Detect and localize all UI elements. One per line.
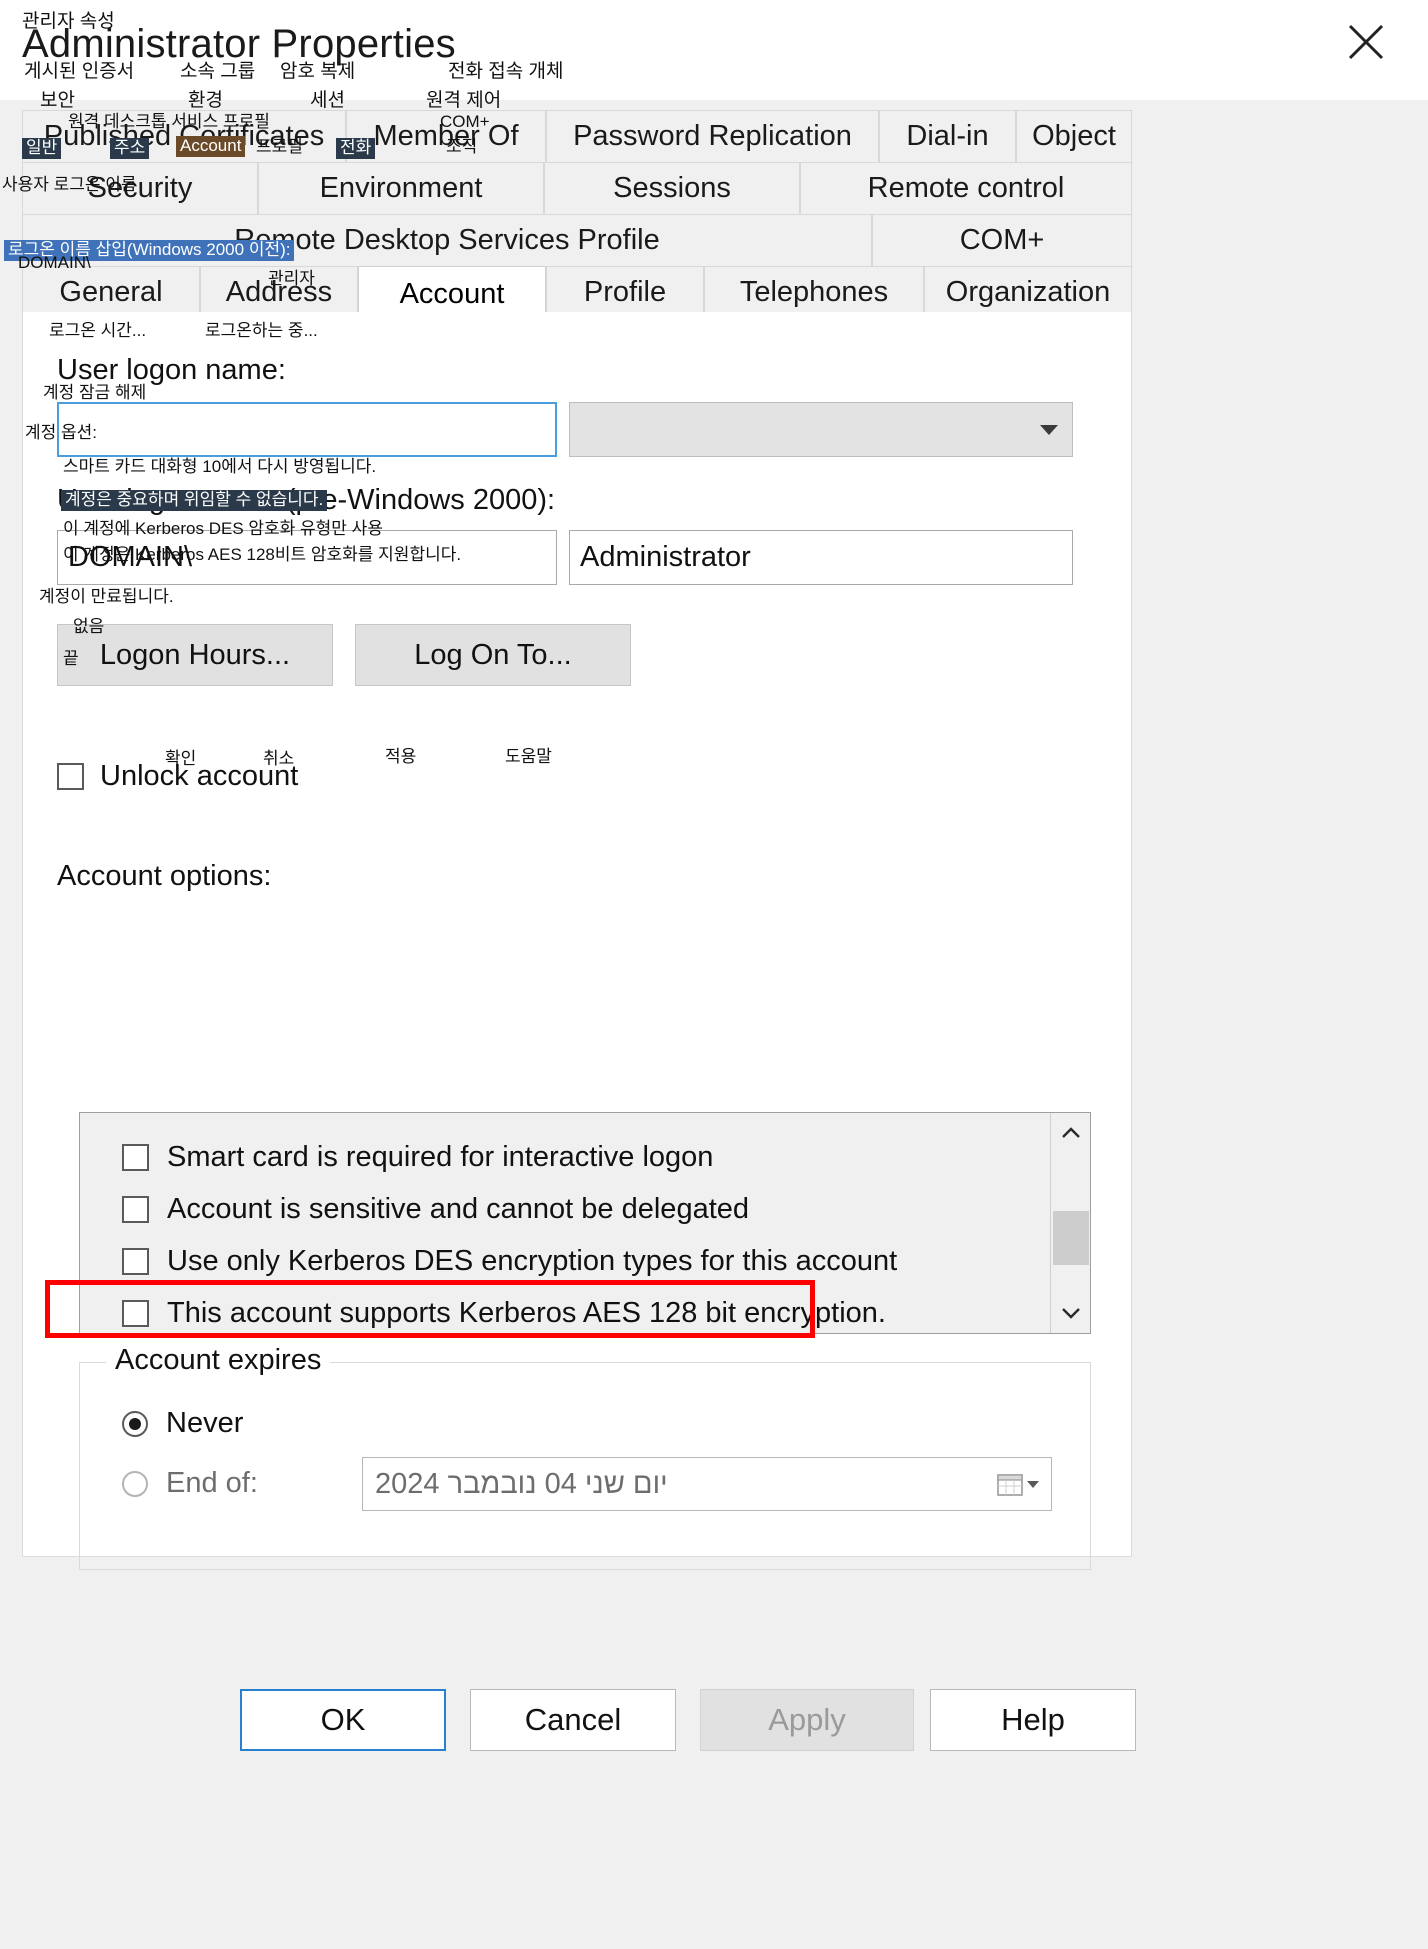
overlay-published-certificates: 게시된 인증서: [24, 61, 135, 82]
overlay-password-replication: 암호 복제: [280, 61, 356, 82]
tab-dial-in[interactable]: Dial-in: [879, 110, 1016, 162]
end-of-date-picker[interactable]: יום שני 04 נובמבר 2024: [362, 1457, 1052, 1511]
help-button[interactable]: Help: [930, 1689, 1136, 1751]
option-kerberos-aes[interactable]: This account supports Kerberos AES 128 b…: [122, 1297, 886, 1330]
option-account-sensitive[interactable]: Account is sensitive and cannot be deleg…: [122, 1193, 749, 1226]
overlay-profile: 프로필: [256, 137, 303, 156]
overlay-general: 일반: [22, 138, 62, 159]
overlay-apply: 적용: [385, 747, 417, 766]
overlay-telephones: 전화: [336, 138, 376, 159]
option-smart-card-checkbox[interactable]: [122, 1144, 149, 1171]
tab-sessions[interactable]: Sessions: [544, 162, 800, 214]
overlay-environment: 환경: [188, 90, 223, 111]
overlay-kerberos-aes: 이 계정은 Kerberos AES 128비트 암호화를 지원합니다.: [63, 545, 462, 564]
tab-object[interactable]: Object: [1016, 110, 1132, 162]
end-of-date-value: יום שני 04 נובמבר 2024: [375, 1467, 668, 1500]
overlay-kerberos-des: 이 계정에 Kerberos DES 암호화 유형만 사용: [63, 519, 383, 538]
calendar-icon[interactable]: [997, 1472, 1039, 1496]
ok-button[interactable]: OK: [240, 1689, 446, 1751]
overlay-dial-in-object: 전화 접속 개체: [448, 61, 564, 82]
overlay-never: 없음: [73, 617, 105, 636]
tab-password-replication[interactable]: Password Replication: [546, 110, 879, 162]
calendar-chevron-icon: [1027, 1480, 1039, 1488]
overlay-unlock-account-top: 계정 잠금 해제: [43, 383, 147, 402]
option-kerberos-des[interactable]: Use only Kerberos DES encryption types f…: [122, 1245, 897, 1278]
never-radio-dot: [129, 1417, 141, 1430]
chevron-down-icon: [1040, 424, 1058, 435]
tab-environment[interactable]: Environment: [258, 162, 544, 214]
option-smart-card-label: Smart card is required for interactive l…: [167, 1141, 714, 1173]
unlock-account-checkbox[interactable]: [57, 763, 84, 790]
end-of-radio[interactable]: [122, 1470, 148, 1497]
never-radio[interactable]: [122, 1410, 148, 1437]
never-label: Never: [166, 1407, 244, 1439]
account-options-label: Account options:: [57, 860, 272, 892]
overlay-log-on-to: 로그온하는 중...: [205, 321, 318, 340]
tab-profile[interactable]: Profile: [546, 266, 704, 318]
never-radio-row[interactable]: Never: [122, 1407, 243, 1440]
overlay-organization: 조직: [446, 137, 478, 156]
overlay-end-of: 끝: [63, 649, 79, 668]
chevron-down-icon-scroll[interactable]: [1051, 1293, 1091, 1333]
sam-account-input[interactable]: Administrator: [569, 530, 1073, 585]
apply-button: Apply: [700, 1689, 914, 1751]
log-on-to-button[interactable]: Log On To...: [355, 624, 631, 686]
account-expires-legend: Account expires: [106, 1344, 331, 1377]
option-account-sensitive-checkbox[interactable]: [122, 1196, 149, 1223]
account-options-list[interactable]: Smart card is required for interactive l…: [79, 1112, 1091, 1334]
overlay-logon-hours: 로그온 시간...: [49, 321, 147, 340]
chevron-up-icon[interactable]: [1051, 1113, 1091, 1153]
overlay-account-options-top: 계정 옵션:: [25, 423, 98, 442]
overlay-user-logon-name: 사용자 로그온 이름: [2, 175, 137, 194]
overlay-remote-control: 원격 제어: [426, 90, 502, 111]
tab-telephones[interactable]: Telephones: [704, 266, 924, 318]
properties-dialog: 보안 환경 세션 원격 제어 Published Certificates Me…: [0, 90, 1428, 1949]
account-expires-group: Account expires Never End of: יום שני 04…: [79, 1344, 1091, 1570]
tab-general[interactable]: General: [22, 266, 200, 318]
overlay-sensitive: 계정은 중요하며 위임할 수 없습니다.: [61, 490, 328, 511]
overlay-security: 보안: [40, 90, 75, 111]
options-scrollbar[interactable]: [1050, 1113, 1090, 1333]
overlay-account: Account: [176, 136, 246, 157]
option-smart-card[interactable]: Smart card is required for interactive l…: [122, 1141, 713, 1174]
overlay-help: 도움말: [505, 747, 552, 766]
option-account-sensitive-label: Account is sensitive and cannot be deleg…: [167, 1193, 750, 1225]
overlay-member-of: 소속 그룹: [180, 61, 256, 82]
overlay-ok: 확인: [165, 749, 197, 768]
overlay-com-plus: COM+: [440, 112, 490, 131]
cancel-button[interactable]: Cancel: [470, 1689, 676, 1751]
overlay-cancel: 취소: [263, 749, 295, 768]
tab-organization[interactable]: Organization: [924, 266, 1132, 318]
account-tab-panel: 로그온 시간... 로그온하는 중... User logon name: 계정…: [22, 312, 1132, 1570]
overlay-administrator: 관리자: [268, 269, 315, 288]
option-kerberos-aes-label: This account supports Kerberos AES 128 b…: [167, 1297, 886, 1329]
option-kerberos-des-label: Use only Kerberos DES encryption types f…: [167, 1245, 898, 1277]
option-kerberos-aes-checkbox[interactable]: [122, 1300, 149, 1327]
scrollbar-thumb[interactable]: [1053, 1211, 1089, 1265]
overlay-account-expires: 계정이 만료됩니다.: [39, 587, 174, 606]
tab-com-plus[interactable]: COM+: [872, 214, 1132, 266]
overlay-sessions: 세션: [310, 90, 345, 111]
end-of-label: End of:: [166, 1467, 258, 1499]
overlay-smart-card: 스마트 카드 대화형 10에서 다시 방영됩니다.: [63, 457, 377, 476]
end-of-radio-row[interactable]: End of:: [122, 1467, 258, 1500]
overlay-rds-profile: 원격 데스크톱 서비스 프로필: [68, 112, 270, 131]
option-kerberos-des-checkbox[interactable]: [122, 1248, 149, 1275]
close-icon[interactable]: [1338, 14, 1394, 70]
overlay-address: 주소: [110, 138, 150, 159]
upn-suffix-select[interactable]: [569, 402, 1073, 457]
tab-row-2: Security Environment Sessions Remote con…: [22, 162, 1132, 214]
user-logon-name-input[interactable]: [57, 402, 557, 457]
overlay-domain-prefix: DOMAIN\: [18, 253, 91, 272]
tab-remote-control[interactable]: Remote control: [800, 162, 1132, 214]
